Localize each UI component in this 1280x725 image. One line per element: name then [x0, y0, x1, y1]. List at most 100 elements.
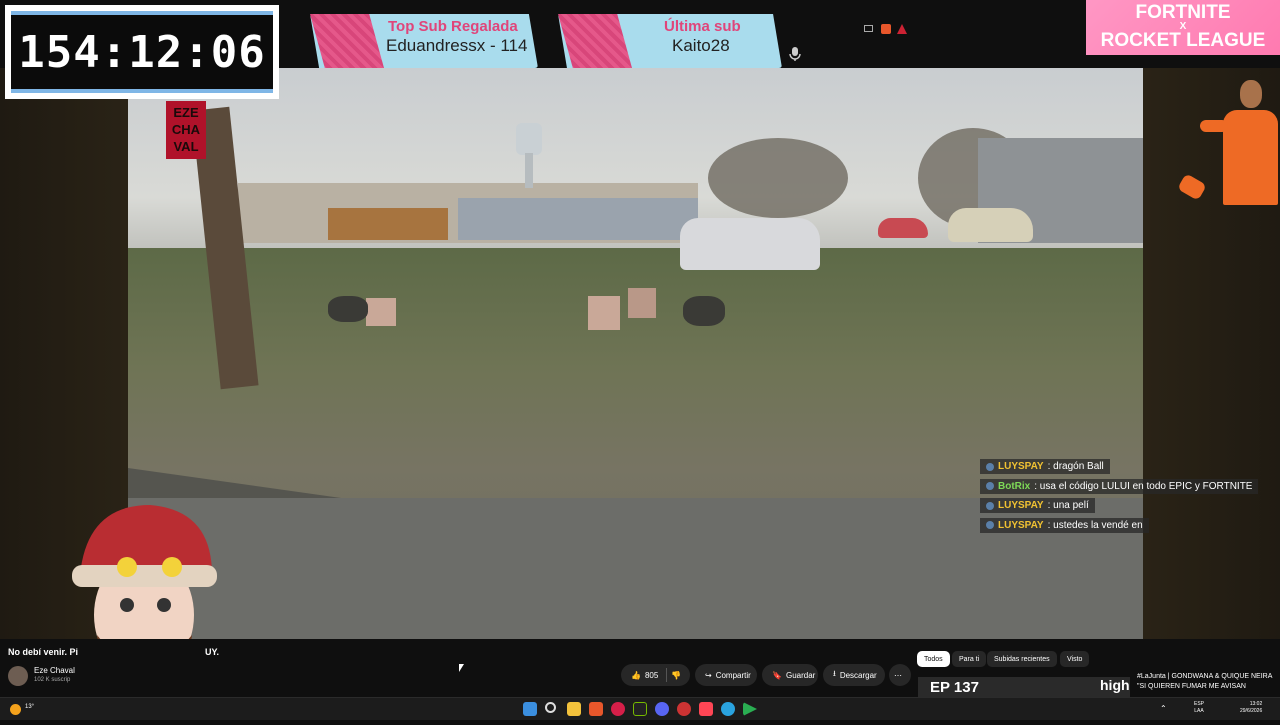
channel-avatar[interactable] [8, 666, 28, 686]
brave-browser-icon[interactable] [589, 702, 603, 716]
windows-taskbar: 13° ⌃ ESP LAA 13:02 29/6/2026 [0, 697, 1280, 720]
chat-bubble: BotRix: usa el código LULUI en todo EPIC… [980, 478, 1259, 494]
save-label: Guardar [785, 670, 816, 680]
telegram-icon[interactable] [721, 702, 735, 716]
recommendation-title[interactable]: #LaJunta | GONDWANA & QUIQUE NEIRA "SI Q… [1137, 672, 1277, 692]
chat-badge-icon [986, 521, 994, 530]
video-player[interactable] [128, 68, 1143, 639]
chat-username: LUYSPAY [998, 500, 1044, 512]
chat-message: LUYSPAY: dragón Ball [980, 457, 1270, 476]
dislike-separator [666, 668, 668, 682]
channel-name[interactable]: Eze Chaval [34, 666, 75, 675]
chrome-icon[interactable] [677, 702, 691, 716]
last-sub-banner: Última sub Kaito28 [558, 14, 782, 68]
tray-chevron-icon[interactable]: ⌃ [1160, 704, 1167, 713]
video-title-left: No debí venir. Pi [8, 647, 79, 657]
stream-timer: 154:12:06 [5, 5, 279, 99]
clock-time: 13:02 [1249, 701, 1263, 707]
video-water-tower-stem [525, 153, 533, 188]
subscriber-count: 102 K suscrip [34, 677, 71, 683]
timer-value: 154:12:06 [11, 11, 273, 93]
save-button[interactable]: 🔖 Guardar [762, 664, 818, 686]
brave-icon[interactable] [881, 24, 891, 34]
thumb-episode: EP 137 [930, 679, 979, 696]
logo-line: VAL [173, 139, 199, 154]
nvidia-icon[interactable] [633, 702, 647, 716]
video-building [458, 198, 698, 240]
lang-top: ESP [1194, 701, 1205, 707]
chip-watched[interactable]: Visto [1060, 651, 1090, 667]
video-box [588, 296, 620, 330]
language-indicator[interactable]: ESP LAA [1194, 701, 1204, 715]
like-button[interactable]: 👍 805 👎 [621, 664, 690, 686]
chat-badge-icon [986, 462, 994, 471]
chat-overlay: LUYSPAY: dragón Ball BotRix: usa el códig… [980, 457, 1270, 535]
fortnite-ad[interactable]: FORTNITE X ROCKET LEAGUE [1086, 0, 1280, 55]
banner-title: Top Sub Regalada [388, 18, 518, 35]
valorant-icon[interactable] [699, 702, 713, 716]
search-icon[interactable] [545, 702, 556, 713]
chip-for-you[interactable]: Para ti [952, 651, 987, 667]
chat-message: LUYSPAY: ustedes la vendé en [980, 516, 1270, 535]
chat-text: : usa el código LULUI en todo EPIC y FOR… [1034, 480, 1253, 492]
weather-temp: 13° [25, 704, 35, 710]
top-sub-banner: Top Sub Regalada Eduandressx - 114 [310, 14, 538, 68]
clock[interactable]: 13:02 29/6/2026 [1240, 701, 1262, 715]
video-title-right: UY. [205, 647, 220, 657]
chat-username: BotRix [998, 480, 1031, 492]
chat-bubble: LUYSPAY: ustedes la vendé en [980, 517, 1149, 533]
logo-line: CHA [171, 122, 201, 137]
video-box [366, 298, 396, 326]
bookmark-icon: 🔖 [772, 670, 782, 680]
banner-value: Kaito28 [672, 36, 730, 55]
ad-line1: FORTNITE [1135, 2, 1231, 23]
weather-icon[interactable] [10, 704, 21, 715]
download-label: Descargar [839, 670, 877, 680]
extension-icon[interactable] [897, 24, 907, 34]
clock-date: 29/6/2026 [1240, 708, 1263, 714]
windows-start-icon[interactable] [523, 702, 537, 716]
cast-icon[interactable] [864, 25, 873, 32]
video-car [878, 218, 928, 238]
more-dots-icon: ⋯ [894, 670, 902, 680]
video-building-sign [328, 208, 448, 240]
lang-bottom: LAA [1194, 708, 1204, 714]
thumbs-down-icon[interactable]: 👎 [671, 671, 681, 680]
like-count: 805 [644, 670, 659, 680]
chat-text: : ustedes la vendé en [1047, 519, 1143, 531]
football-player-sticker [1198, 80, 1278, 205]
video-box [628, 288, 656, 318]
download-button[interactable]: ⭳ Descargar [823, 664, 885, 686]
chat-username: LUYSPAY [998, 519, 1044, 531]
banner-stripe [310, 14, 384, 68]
logo-line: EZE [173, 105, 199, 120]
chat-bubble: LUYSPAY: una pelí [980, 498, 1095, 514]
chat-message: BotRix: usa el código LULUI en todo EPIC… [980, 477, 1270, 496]
chip-recent[interactable]: Subidas recientes [987, 651, 1057, 667]
player-arm [1200, 120, 1228, 132]
chat-badge-icon [986, 482, 994, 491]
channel-logo: EZE CHA VAL [166, 101, 206, 159]
chat-message: LUYSPAY: una pelí [980, 496, 1270, 515]
video-title: No debí venir. Pi [8, 647, 78, 657]
chat-text: : una pelí [1047, 500, 1089, 512]
discord-icon[interactable] [655, 702, 669, 716]
video-car [948, 208, 1033, 242]
thumbs-up-icon: 👍 [631, 670, 641, 680]
banner-stripe [558, 14, 632, 68]
mic-icon[interactable] [788, 46, 802, 62]
banner-value: Eduandressx - 114 [386, 36, 528, 55]
chip-all[interactable]: Todos [917, 651, 950, 667]
chat-badge-icon [986, 501, 994, 510]
ad-line2: ROCKET LEAGUE [1100, 30, 1266, 51]
share-label: Compartir [715, 670, 751, 680]
app-icon[interactable] [743, 702, 757, 716]
file-explorer-icon[interactable] [567, 702, 581, 716]
chat-bubble: LUYSPAY: dragón Ball [980, 459, 1110, 474]
video-dog [328, 296, 368, 322]
recommendation-thumbnail[interactable]: EP 137 high [918, 677, 1130, 697]
share-button[interactable]: ↪ Compartir [695, 664, 757, 686]
mouse-cursor-icon [459, 664, 464, 672]
more-actions-button[interactable]: ⋯ [889, 664, 911, 686]
media-player-icon[interactable] [611, 702, 625, 716]
